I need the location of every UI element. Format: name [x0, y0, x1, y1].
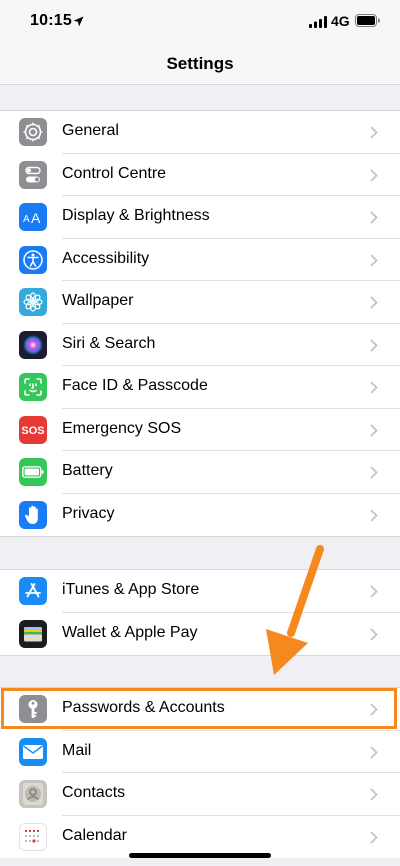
chevron-right-icon: [370, 627, 378, 641]
chevron-right-icon: [370, 126, 378, 139]
svg-text:SOS: SOS: [21, 425, 44, 437]
calendar-icon: [19, 822, 47, 851]
settings-row-itunes-app-store[interactable]: iTunes & App Store: [0, 570, 400, 613]
settings-row-label: Wallpaper: [62, 292, 134, 309]
svg-text:A: A: [23, 214, 30, 225]
chevron-right-icon: [370, 508, 378, 522]
settings-row-label: General: [62, 122, 119, 139]
settings-row-mail[interactable]: Mail: [0, 731, 400, 773]
settings-row-label: Control Centre: [62, 164, 167, 182]
accessibility-icon: [19, 245, 47, 274]
battery-icon: [355, 14, 380, 32]
gear-icon: [19, 118, 47, 146]
settings-row-accessibility[interactable]: Accessibility: [0, 239, 400, 281]
cellular-signal-icon: [309, 15, 327, 33]
settings-row-label: Accessibility: [62, 249, 150, 267]
settings-row-display-brightness[interactable]: AA Display & Brightness: [0, 196, 400, 239]
settings-row-label: Face ID & Passcode: [62, 377, 208, 394]
battery-settings-icon: [19, 458, 47, 486]
annotation-arrow-icon: [262, 545, 332, 685]
settings-row-label: iTunes & App Store: [62, 581, 200, 598]
wallet-icon: [19, 619, 47, 648]
settings-row-label: Privacy: [62, 504, 115, 522]
settings-row-emergency-sos[interactable]: SOS Emergency SOS: [0, 409, 400, 451]
settings-row-wallet-apple-pay[interactable]: Wallet & Apple Pay: [0, 613, 400, 656]
contacts-icon: [19, 780, 47, 808]
siri-icon: [19, 330, 47, 359]
mail-icon: [19, 737, 47, 766]
settings-row-control-centre[interactable]: Control Centre: [0, 154, 400, 196]
page-title: Settings: [166, 54, 234, 73]
settings-row-label: Emergency SOS: [62, 419, 182, 437]
face-id-icon: [19, 373, 47, 401]
chevron-right-icon: [370, 338, 378, 352]
network-type: 4G: [331, 13, 350, 29]
settings-row-label: Battery: [62, 462, 113, 479]
chevron-right-icon: [370, 168, 378, 182]
settings-row-general[interactable]: General: [0, 111, 400, 154]
settings-row-privacy[interactable]: Privacy: [0, 494, 400, 537]
chevron-right-icon: [370, 788, 378, 801]
settings-row-label: Mail: [62, 741, 92, 759]
status-time: 10:15: [30, 12, 72, 29]
chevron-right-icon: [370, 466, 378, 479]
settings-row-label: Calendar: [62, 826, 127, 844]
settings-row-label: Display & Brightness: [62, 207, 210, 224]
settings-row-siri-search[interactable]: Siri & Search: [0, 324, 400, 366]
toggles-icon: [19, 160, 47, 189]
app-store-icon: [19, 577, 47, 605]
home-indicator: [129, 853, 271, 858]
navigation-bar: Settings: [0, 44, 400, 85]
settings-row-label: Wallet & Apple Pay: [62, 623, 198, 641]
chevron-right-icon: [370, 381, 378, 394]
flower-icon: [19, 288, 47, 316]
svg-text:A: A: [31, 210, 41, 225]
settings-row-battery[interactable]: Battery: [0, 451, 400, 494]
settings-group-store: iTunes & App Store Wallet & Apple Pay: [0, 569, 400, 656]
location-arrow-icon: [73, 14, 84, 32]
settings-row-label: Contacts: [62, 784, 126, 801]
status-bar: 10:15 4G: [0, 0, 400, 44]
text-size-icon: AA: [19, 203, 47, 231]
chevron-right-icon: [370, 253, 378, 267]
settings-row-face-id-passcode[interactable]: Face ID & Passcode: [0, 366, 400, 409]
settings-row-wallpaper[interactable]: Wallpaper: [0, 281, 400, 324]
hand-icon: [19, 500, 47, 529]
chevron-right-icon: [370, 296, 378, 309]
chevron-right-icon: [370, 211, 378, 224]
highlight-box: [1, 688, 397, 729]
settings-row-label: Siri & Search: [62, 334, 156, 352]
chevron-right-icon: [370, 423, 378, 437]
chevron-right-icon: [370, 745, 378, 759]
chevron-right-icon: [370, 830, 378, 844]
sos-icon: SOS: [19, 415, 47, 444]
settings-group-system: General Control Centre AA Display & Brig…: [0, 110, 400, 537]
chevron-right-icon: [370, 585, 378, 598]
settings-row-calendar[interactable]: Calendar: [0, 816, 400, 859]
settings-row-contacts[interactable]: Contacts: [0, 773, 400, 816]
